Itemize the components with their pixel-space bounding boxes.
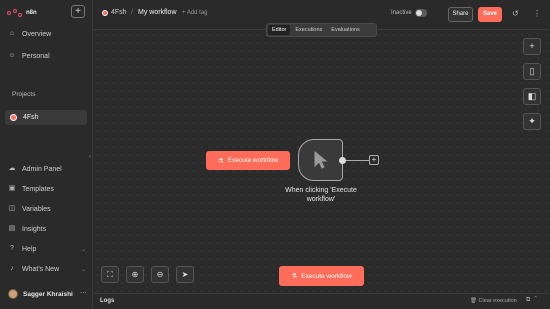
fit-view-icon[interactable]: ⛶ — [101, 266, 119, 283]
sidebar-item-overview[interactable]: ⌂ Overview — [8, 30, 51, 38]
canvas-right-toolbar: + ▯ ◧ ✦ — [523, 38, 541, 130]
flask-icon: ⚗ — [217, 157, 224, 165]
share-button[interactable]: Share — [448, 7, 473, 22]
active-toggle[interactable] — [415, 9, 427, 17]
output-handle[interactable] — [339, 157, 346, 164]
zoom-out-icon[interactable]: ⊖ — [151, 266, 169, 283]
execute-workflow-label: Execute workflow — [301, 272, 352, 280]
cursor-tool-icon[interactable]: ➤ — [176, 266, 194, 283]
logo[interactable]: n8n — [7, 9, 37, 17]
add-button[interactable]: + — [71, 5, 85, 18]
sidebar: n8n + ⌂ Overview ☺ Personal Projects 4Fs… — [0, 0, 93, 309]
add-next-node-icon[interactable]: + — [369, 155, 379, 165]
sidebar-item-label: Variables — [22, 205, 51, 213]
help-icon: ? — [10, 245, 14, 252]
chevron-up-icon[interactable]: ⌃ — [534, 297, 541, 303]
user-icon: ☺ — [8, 52, 16, 59]
sticky-note-icon[interactable]: ▯ — [523, 63, 541, 80]
project-icon — [10, 114, 17, 121]
more-options-icon[interactable]: ⋯ — [80, 289, 87, 297]
box-icon: ▣ — [8, 185, 16, 192]
node-connector — [343, 160, 370, 161]
project-label: 4Fsh — [23, 114, 39, 121]
zoom-toolbar: ⛶ ⊕ ⊖ ➤ — [101, 266, 194, 283]
project-icon — [102, 9, 108, 16]
sidebar-item-label: Admin Panel — [22, 165, 62, 173]
sidebar-item-label: What's New — [22, 265, 60, 273]
sidebar-item-label: Overview — [22, 30, 52, 38]
app: n8n + ⌂ Overview ☺ Personal Projects 4Fs… — [0, 0, 550, 309]
tab-editor[interactable]: Editor — [268, 25, 291, 35]
logs-panel[interactable]: Logs 🗑 Clear execution ⧉⌃ — [94, 293, 550, 309]
tab-executions[interactable]: Executions — [291, 25, 326, 35]
avatar — [8, 289, 18, 299]
user-name: Sagger Khraishi — [23, 290, 73, 298]
variables-icon: ◫ — [8, 205, 16, 212]
execute-workflow-label: Execute workflow — [227, 157, 279, 164]
flask-icon: ⚗ — [291, 273, 298, 280]
breadcrumb-separator: / — [131, 9, 133, 16]
logo-text: n8n — [26, 10, 37, 16]
sidebar-item-insights[interactable]: ▤ Insights — [8, 225, 46, 233]
status-label: Inactive — [391, 10, 412, 16]
sidebar-item-label: Insights — [22, 225, 47, 233]
sidebar-item-project[interactable]: 4Fsh — [5, 110, 87, 125]
more-options-icon[interactable]: ⋮ — [533, 9, 541, 18]
n8n-logo-icon — [7, 9, 23, 17]
breadcrumb-project[interactable]: 4Fsh — [102, 9, 127, 16]
cloud-icon: ☁ — [8, 165, 16, 172]
trash-icon: 🗑 — [470, 298, 477, 304]
history-icon[interactable]: ↺ — [512, 9, 519, 18]
zoom-in-icon[interactable]: ⊕ — [126, 266, 144, 283]
sidebar-item-label: Help — [22, 245, 37, 253]
logs-label: Logs — [100, 298, 115, 304]
workflow-title[interactable]: My workflow — [138, 9, 177, 16]
user-menu[interactable]: Sagger Khraishi — [8, 289, 73, 299]
clear-execution-button[interactable]: 🗑 Clear execution — [470, 298, 517, 304]
panel-icon[interactable]: ◧ — [523, 88, 541, 105]
chart-icon: ▤ — [8, 225, 16, 232]
sidebar-item-personal[interactable]: ☺ Personal — [8, 52, 50, 60]
sidebar-item-admin-panel[interactable]: ☁ Admin Panel — [8, 165, 62, 173]
trigger-node-label: When clicking 'Execute workflow' — [285, 187, 357, 203]
logs-controls: ⧉⌃ — [526, 297, 541, 304]
clear-execution-label: Clear execution — [478, 298, 517, 304]
home-icon: ⌂ — [9, 30, 15, 37]
execute-workflow-bottom-button[interactable]: ⚗ Execute workflow — [279, 266, 364, 286]
sidebar-item-label: Templates — [22, 185, 54, 193]
execute-workflow-button[interactable]: ⚗ Execute workflow — [206, 151, 290, 170]
sidebar-item-help[interactable]: ? Help ⌄ — [8, 245, 86, 253]
bell-icon: ♪ — [10, 265, 14, 272]
cursor-pointer-icon — [314, 151, 328, 169]
chevron-down-icon: ⌄ — [80, 246, 86, 253]
breadcrumb-project-label: 4Fsh — [111, 9, 127, 16]
sidebar-item-label: Personal — [22, 52, 50, 60]
tab-evaluations[interactable]: Evaluations — [327, 25, 363, 35]
projects-heading: Projects — [12, 91, 36, 98]
add-node-icon[interactable]: + — [523, 38, 541, 55]
ai-assistant-icon[interactable]: ✦ — [523, 113, 541, 130]
view-tabs: Editor Executions Evaluations — [266, 23, 377, 37]
sidebar-item-templates[interactable]: ▣ Templates — [8, 185, 54, 193]
add-tag-link[interactable]: + Add tag — [182, 10, 208, 16]
trigger-node[interactable] — [298, 139, 343, 181]
chevron-down-icon: ⌄ — [80, 266, 86, 273]
sidebar-item-whats-new[interactable]: ♪ What's New ⌄ — [8, 265, 86, 273]
save-button[interactable]: Save — [478, 7, 502, 22]
sidebar-item-variables[interactable]: ◫ Variables — [8, 205, 51, 213]
